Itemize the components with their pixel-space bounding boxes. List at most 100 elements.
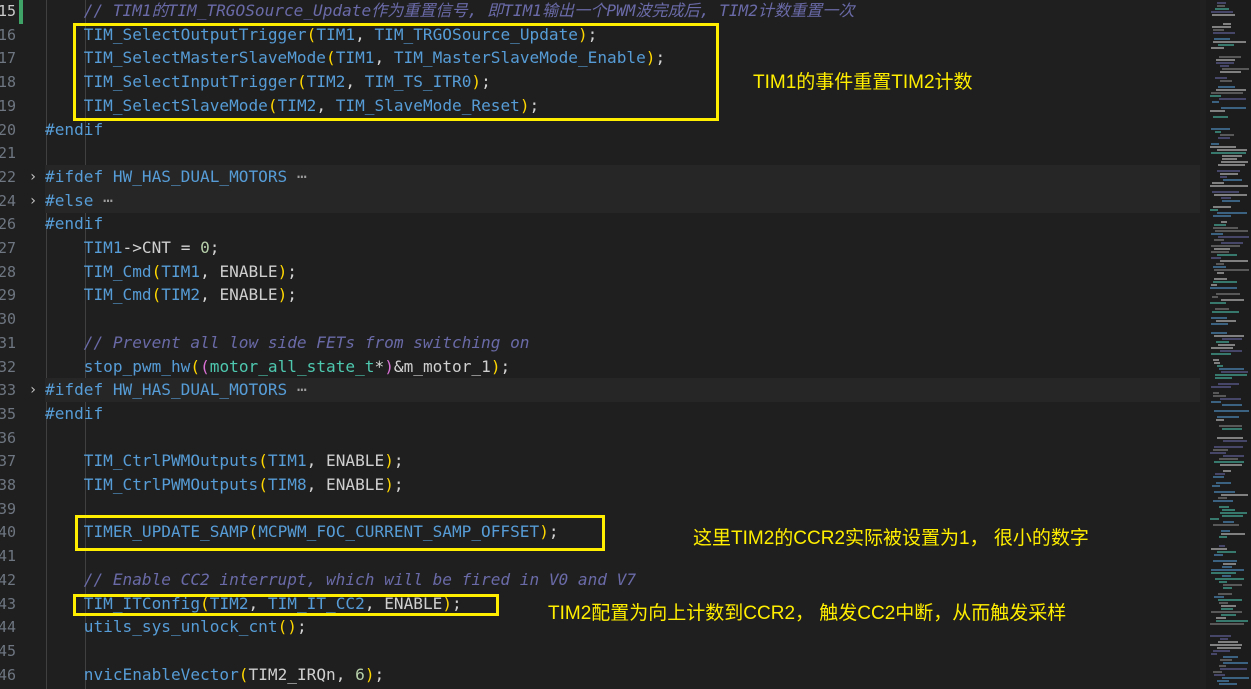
code-line[interactable]: utils_sys_unlock_cnt(); bbox=[45, 615, 307, 639]
line-number: 15 bbox=[0, 2, 16, 20]
code-token: TIM2 bbox=[161, 285, 201, 305]
code-line[interactable]: #endif bbox=[45, 212, 103, 236]
minimap-line bbox=[1214, 38, 1230, 40]
minimap-line bbox=[1221, 614, 1236, 616]
code-token: ( bbox=[190, 356, 201, 376]
line-number: 32 bbox=[0, 357, 16, 376]
code-token: #endif bbox=[45, 403, 104, 423]
minimap-line bbox=[1221, 107, 1246, 109]
minimap-line bbox=[1223, 455, 1244, 457]
minimap-line bbox=[1217, 5, 1225, 7]
code-line[interactable]: TIM1->CNT = 0; bbox=[45, 236, 220, 260]
minimap-line bbox=[1218, 593, 1232, 595]
code-token: ENABLE bbox=[219, 285, 278, 305]
minimap-line bbox=[1215, 77, 1227, 79]
code-line[interactable]: // Enable CC2 interrupt, which will be f… bbox=[45, 568, 636, 592]
minimap-line bbox=[1223, 521, 1234, 523]
code-token: stop_pwm_hw bbox=[83, 356, 191, 376]
minimap-line bbox=[1222, 158, 1237, 160]
minimap-line bbox=[1220, 638, 1228, 640]
code-token: ⋯ bbox=[287, 166, 307, 186]
code-line[interactable]: TIM_Cmd(TIM2, ENABLE); bbox=[45, 283, 297, 307]
minimap-line bbox=[1212, 191, 1239, 193]
code-token: ) bbox=[277, 261, 288, 281]
code-token: ENABLE bbox=[326, 451, 385, 471]
minimap-line bbox=[1223, 662, 1248, 664]
code-token: ( bbox=[151, 285, 162, 305]
code-token: ) bbox=[277, 285, 288, 305]
minimap-line bbox=[1217, 149, 1247, 151]
minimap-line bbox=[1222, 428, 1242, 430]
code-token: #ifdef bbox=[45, 166, 113, 186]
code-line[interactable]: #endif bbox=[45, 118, 103, 142]
code-token: TIM_Cmd bbox=[83, 261, 152, 281]
minimap-line bbox=[1210, 185, 1248, 187]
minimap-line bbox=[1211, 572, 1236, 574]
line-number: 40 bbox=[0, 523, 16, 542]
code-line[interactable]: // Prevent all low side FETs from switch… bbox=[45, 331, 530, 355]
minimap-line bbox=[1219, 506, 1229, 508]
code-line[interactable]: #else ⋯ bbox=[45, 188, 1200, 213]
minimap-line bbox=[1218, 236, 1249, 238]
minimap-line bbox=[1215, 377, 1232, 379]
minimap-line bbox=[1216, 617, 1226, 619]
fold-chevron-icon[interactable]: › bbox=[26, 378, 40, 402]
minimap-line bbox=[1220, 464, 1242, 466]
minimap-line bbox=[1210, 518, 1219, 520]
code-line[interactable]: #ifdef HW_HAS_DUAL_MOTORS ⋯ bbox=[45, 378, 1200, 403]
minimap-line bbox=[1216, 263, 1224, 265]
minimap-line bbox=[1210, 146, 1236, 148]
code-line[interactable]: TIM_Cmd(TIM1, ENABLE); bbox=[45, 260, 297, 284]
minimap-line bbox=[1223, 584, 1242, 586]
minimap-line bbox=[1213, 266, 1226, 268]
minimap-line bbox=[1220, 350, 1242, 352]
line-number: 38 bbox=[0, 476, 16, 494]
minimap-line bbox=[1215, 308, 1229, 310]
minimap-line bbox=[1221, 242, 1243, 244]
line-number: 16 bbox=[0, 25, 16, 44]
code-line[interactable]: #ifdef HW_HAS_DUAL_MOTORS ⋯ bbox=[45, 164, 1200, 189]
minimap-line bbox=[1210, 95, 1221, 97]
minimap-line bbox=[1215, 8, 1229, 10]
code-line[interactable]: // TIM1的TIM_TRGOSource_Update作为重置信号, 即TI… bbox=[45, 0, 855, 23]
minimap-line bbox=[1211, 317, 1227, 319]
line-number: 37 bbox=[0, 452, 16, 471]
minimap-line bbox=[1218, 344, 1235, 346]
minimap-line bbox=[1214, 461, 1244, 463]
code-token: #endif bbox=[45, 119, 104, 139]
code-token: ) bbox=[364, 664, 375, 684]
minimap-line bbox=[1214, 269, 1249, 271]
annotation-cc2-interrupt: TIM2配置为向上计数到CCR2， 触发CC2中断，从而触发采样 bbox=[548, 603, 1067, 624]
code-line[interactable]: TIM_CtrlPWMOutputs(TIM8, ENABLE); bbox=[45, 473, 404, 497]
minimap[interactable] bbox=[1206, 0, 1251, 689]
fold-chevron-icon[interactable]: › bbox=[26, 165, 40, 189]
minimap-line bbox=[1222, 566, 1232, 568]
code-line[interactable]: #endif bbox=[45, 402, 103, 426]
line-number: 18 bbox=[0, 73, 16, 92]
code-line[interactable]: TIM_CtrlPWMOutputs(TIM1, ENABLE); bbox=[45, 449, 404, 473]
minimap-line bbox=[1221, 533, 1245, 535]
line-number: 39 bbox=[0, 499, 16, 518]
fold-chevron-icon[interactable]: › bbox=[26, 189, 40, 213]
minimap-line bbox=[1213, 116, 1228, 118]
minimap-line bbox=[1216, 293, 1240, 295]
minimap-line bbox=[1214, 248, 1230, 250]
minimap-line bbox=[1213, 395, 1226, 397]
minimap-line bbox=[1219, 425, 1242, 427]
code-token: #else bbox=[45, 190, 94, 210]
minimap-line bbox=[1220, 80, 1232, 82]
minimap-line bbox=[1219, 56, 1241, 58]
minimap-line bbox=[1222, 575, 1231, 577]
code-line[interactable]: nvicEnableVector(TIM2_IRQn, 6); bbox=[45, 663, 384, 687]
code-line[interactable]: stop_pwm_hw((motor_all_state_t*)&m_motor… bbox=[45, 355, 510, 379]
line-number: 26 bbox=[0, 215, 16, 234]
minimap-line bbox=[1213, 32, 1235, 34]
minimap-line bbox=[1211, 11, 1233, 13]
minimap-line bbox=[1212, 182, 1224, 184]
minimap-line bbox=[1219, 536, 1227, 538]
minimap-line bbox=[1211, 284, 1217, 286]
code-token: utils_sys_unlock_cnt bbox=[83, 617, 278, 637]
code-token: -> bbox=[122, 238, 142, 257]
code-token: motor_all_state_t bbox=[209, 356, 375, 376]
